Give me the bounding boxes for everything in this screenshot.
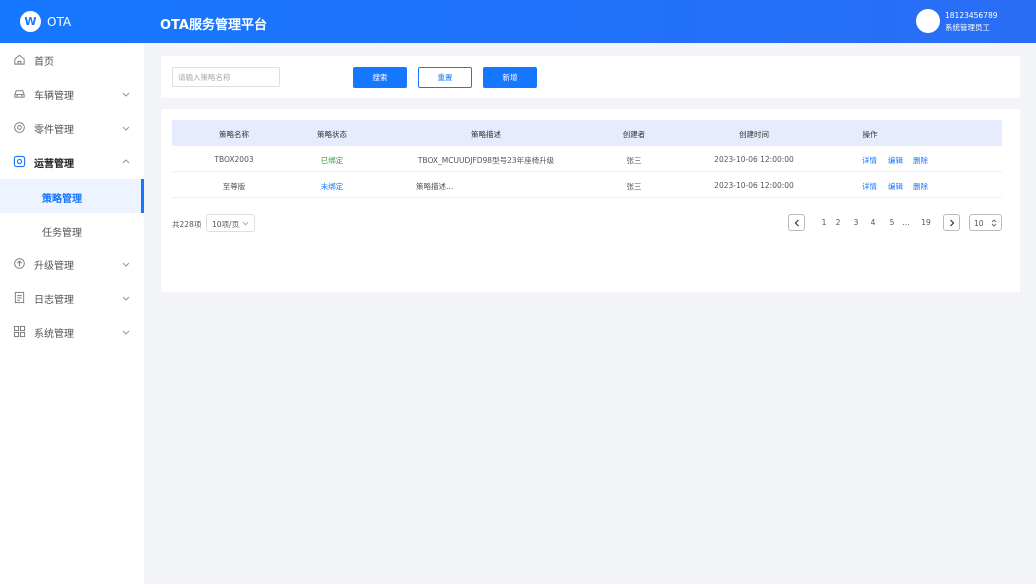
cell-status: 未绑定 — [320, 182, 344, 191]
user-role: 系统管理员工 — [945, 23, 990, 32]
column-header: 操作 — [862, 130, 878, 139]
reset-button[interactable]: 重置 — [418, 67, 472, 88]
chevron-down-icon — [242, 221, 249, 226]
sidebar-subitem-label: 策略管理 — [42, 194, 82, 205]
delete-link[interactable]: 删除 — [913, 155, 928, 166]
page-size-value: 10项/页 — [212, 220, 240, 229]
operation-icon — [13, 155, 26, 168]
page-number[interactable]: 1 — [822, 218, 827, 227]
cell-name: 至尊版 — [222, 182, 246, 191]
sidebar-subitem-strategy[interactable]: 策略管理 — [0, 179, 144, 213]
column-header: 策略名称 — [219, 130, 249, 139]
sidebar-item-upgrade[interactable]: 升级管理 — [0, 247, 144, 281]
chevron-right-icon — [950, 219, 955, 227]
sidebar-item-home[interactable]: 首页 — [0, 43, 144, 77]
page-jump-value: 10 — [974, 219, 984, 228]
sidebar-item-label: 系统管理 — [34, 328, 74, 340]
chevron-left-icon — [794, 219, 799, 227]
page-ellipsis[interactable]: ... — [902, 218, 909, 227]
logo-text: OTA — [47, 14, 72, 29]
search-button[interactable]: 搜索 — [353, 67, 407, 88]
chevron-down-icon — [122, 262, 130, 267]
column-header: 创建者 — [622, 130, 646, 139]
spinner-arrows-icon — [991, 219, 997, 227]
strategy-name-input[interactable] — [172, 67, 280, 87]
sidebar-subitem-tasks[interactable]: 任务管理 — [0, 213, 144, 247]
table-row: 至尊版 未绑定 策略描述... 张三 2023-10-06 12:00:00 详… — [172, 172, 1002, 198]
table-header: 策略名称 策略状态 策略描述 创建者 创建时间 操作 — [172, 120, 1002, 146]
top-header: W OTA OTA服务管理平台 18123456789 系统管理员工 — [0, 0, 1036, 43]
cell-status: 已绑定 — [320, 156, 344, 165]
next-page-button[interactable] — [943, 214, 960, 231]
cell-desc: 策略描述... — [416, 182, 454, 191]
avatar[interactable] — [916, 9, 940, 33]
logo[interactable]: W OTA — [20, 11, 71, 32]
page-number[interactable]: 5 — [890, 218, 895, 227]
sidebar: 首页 车辆管理 零件管理 运营管理 策略管理 任务管理 升级管理 日志管理 系统… — [0, 43, 144, 584]
chevron-up-icon — [122, 159, 130, 164]
edit-link[interactable]: 编辑 — [888, 155, 903, 166]
sidebar-item-label: 零件管理 — [34, 124, 74, 136]
delete-link[interactable]: 删除 — [913, 181, 928, 192]
sidebar-item-operations[interactable]: 运营管理 — [0, 145, 144, 179]
table-panel: 策略名称 策略状态 策略描述 创建者 创建时间 操作 TBOX2003 已绑定 … — [161, 109, 1020, 292]
detail-link[interactable]: 详情 — [862, 155, 877, 166]
chevron-down-icon — [122, 330, 130, 335]
gear-icon — [14, 122, 25, 133]
page-number[interactable]: 4 — [871, 218, 876, 227]
home-icon — [14, 54, 25, 65]
log-icon — [14, 291, 25, 304]
edit-link[interactable]: 编辑 — [888, 181, 903, 192]
cell-creator: 张三 — [626, 182, 642, 191]
chevron-down-icon — [122, 92, 130, 97]
car-icon — [14, 90, 25, 98]
cell-name: TBOX2003 — [214, 155, 254, 164]
sidebar-item-system[interactable]: 系统管理 — [0, 315, 144, 349]
sidebar-item-label: 运营管理 — [34, 158, 74, 170]
sidebar-item-label: 首页 — [34, 56, 54, 68]
sidebar-subitem-label: 任务管理 — [42, 228, 82, 239]
app-title: OTA服务管理平台 — [160, 18, 267, 33]
page-number[interactable]: 19 — [921, 218, 931, 227]
add-button[interactable]: 新增 — [483, 67, 537, 88]
total-count: 共228项 — [172, 220, 202, 229]
cell-desc: TBOX_MCUUDJFD98型号23年座椅升级 — [417, 156, 555, 165]
prev-page-button[interactable] — [788, 214, 805, 231]
cell-time: 2023-10-06 12:00:00 — [714, 155, 794, 164]
sidebar-item-label: 日志管理 — [34, 294, 74, 306]
ota-logo-icon: W — [20, 11, 41, 32]
upgrade-icon — [14, 258, 25, 269]
sidebar-item-vehicles[interactable]: 车辆管理 — [0, 77, 144, 111]
sidebar-item-label: 升级管理 — [34, 260, 74, 272]
sidebar-item-parts[interactable]: 零件管理 — [0, 111, 144, 145]
page-number[interactable]: 3 — [854, 218, 859, 227]
column-header: 创建时间 — [739, 130, 769, 139]
page-number[interactable]: 2 — [836, 218, 841, 227]
detail-link[interactable]: 详情 — [862, 181, 877, 192]
search-panel: 搜索 重置 新增 — [161, 56, 1020, 98]
cell-creator: 张三 — [626, 156, 642, 165]
table-row: TBOX2003 已绑定 TBOX_MCUUDJFD98型号23年座椅升级 张三… — [172, 146, 1002, 172]
sidebar-item-label: 车辆管理 — [34, 90, 74, 102]
grid-icon — [13, 325, 26, 338]
page-jump-stepper[interactable]: 10 — [969, 214, 1002, 231]
column-header: 策略描述 — [471, 130, 501, 139]
sidebar-item-logs[interactable]: 日志管理 — [0, 281, 144, 315]
chevron-down-icon — [122, 126, 130, 131]
page-size-select[interactable]: 10项/页 — [206, 214, 255, 232]
chevron-down-icon — [122, 296, 130, 301]
column-header: 策略状态 — [317, 130, 347, 139]
user-phone: 18123456789 — [945, 11, 998, 20]
cell-time: 2023-10-06 12:00:00 — [714, 181, 794, 190]
